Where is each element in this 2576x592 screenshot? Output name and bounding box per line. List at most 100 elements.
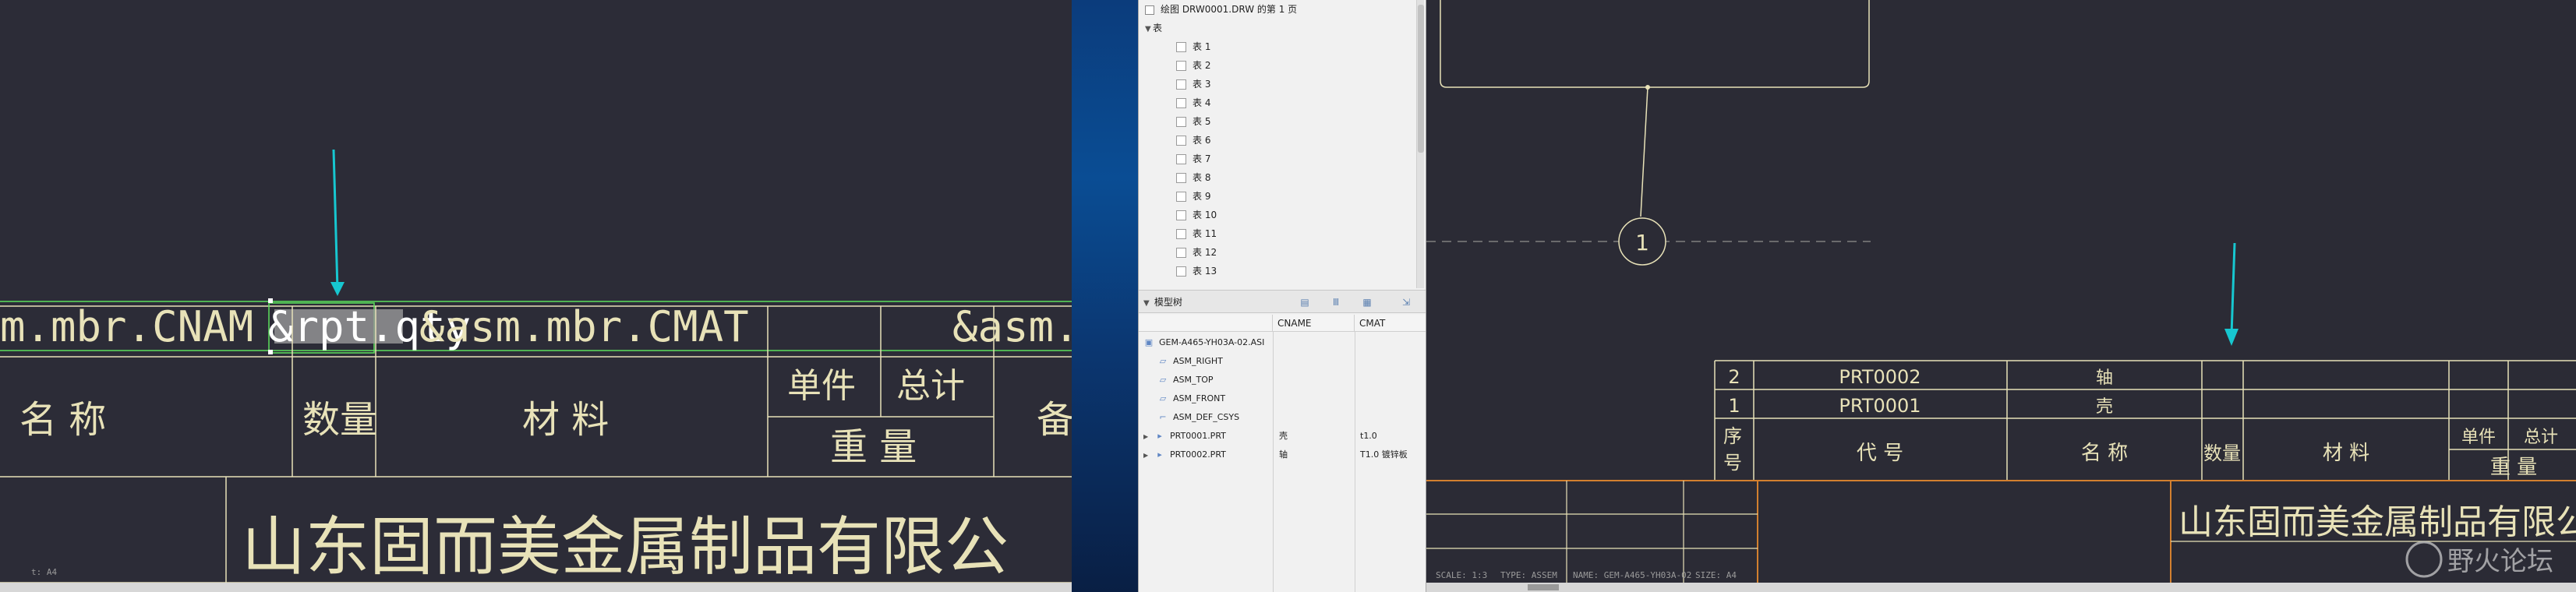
- bom-index-cell[interactable]: 2: [1728, 366, 1740, 388]
- model-tree-item[interactable]: ⌐ ASM_DEF_CSYS: [1157, 408, 1239, 427]
- model-tree-header[interactable]: ▼ 模型树 ▤ Ⅲ ▦ ⇲: [1139, 290, 1426, 313]
- desktop-background: [1072, 0, 1138, 592]
- filter-icon[interactable]: ▦: [1361, 297, 1373, 308]
- table-label: 表 7: [1193, 153, 1211, 164]
- model-tree-item[interactable]: ▶ ▸ PRT0002.PRT: [1143, 446, 1226, 464]
- table-item[interactable]: 表 11: [1176, 224, 1217, 243]
- tree-scrollbar-thumb[interactable]: [1418, 5, 1424, 153]
- col-cname[interactable]: CNAME: [1273, 315, 1355, 332]
- model-item-name: PRT0001.PRT: [1170, 431, 1226, 441]
- table-item[interactable]: 表 3: [1176, 75, 1210, 93]
- bom-name-cell[interactable]: 轴: [2096, 368, 2113, 388]
- header-name: 名 称: [19, 398, 106, 442]
- tree-scrollbar[interactable]: [1416, 0, 1424, 288]
- sheet-icon: [1145, 5, 1154, 15]
- caret-right-icon[interactable]: ▶: [1143, 446, 1151, 465]
- part-icon: ▸: [1157, 431, 1162, 441]
- cmat-cell[interactable]: t1.0: [1360, 427, 1377, 446]
- tables-node[interactable]: ▼ 表: [1145, 19, 1162, 37]
- checkbox[interactable]: [1176, 210, 1186, 220]
- caret-down-icon[interactable]: ▼: [1145, 20, 1153, 39]
- status-text: t: A4: [31, 567, 57, 577]
- table-label: 表 11: [1193, 228, 1217, 239]
- checkbox[interactable]: [1176, 154, 1186, 164]
- sheet-header[interactable]: 绘图 DRW0001.DRW 的第 1 页: [1145, 0, 1297, 19]
- header-qty: 数量: [2203, 442, 2241, 464]
- horizontal-scrollbar[interactable]: [1426, 583, 2576, 592]
- checkbox[interactable]: [1176, 117, 1186, 127]
- table-item[interactable]: 表 1: [1176, 37, 1210, 56]
- part-icon: ▸: [1157, 449, 1162, 460]
- cmat-cell[interactable]: T1.0 镀锌板: [1360, 446, 1408, 464]
- caret-down-icon[interactable]: ▼: [1143, 292, 1151, 315]
- assembly-icon: ▣: [1144, 337, 1154, 347]
- scale-text: SCALE: 1:3: [1436, 570, 1487, 580]
- columns-icon[interactable]: Ⅲ: [1330, 297, 1342, 308]
- table-item[interactable]: 表 13: [1176, 262, 1217, 280]
- scrollbar-thumb[interactable]: [1528, 584, 1559, 590]
- table-item[interactable]: 表 7: [1176, 150, 1210, 168]
- model-tree-panel[interactable]: 绘图 DRW0001.DRW 的第 1 页 ▼ 表 表 1 表 2 表 3 表 4 表 5…: [1138, 0, 1426, 592]
- bom-name-cell[interactable]: 壳: [2096, 397, 2113, 417]
- checkbox[interactable]: [1176, 192, 1186, 202]
- header-weight: 重 量: [830, 425, 917, 469]
- cname-cell[interactable]: 轴: [1279, 446, 1288, 464]
- table-label: 表 8: [1193, 172, 1211, 183]
- checkbox[interactable]: [1176, 61, 1186, 71]
- horizontal-scrollbar[interactable]: [0, 583, 1072, 592]
- checkbox[interactable]: [1176, 98, 1186, 108]
- left-drawing-view[interactable]: m.mbr.CNAM &rpt.qty &asm.mbr.CMAT &asm.m…: [0, 0, 1072, 592]
- table-item[interactable]: 表 6: [1176, 131, 1210, 150]
- checkbox[interactable]: [1176, 136, 1186, 146]
- parameter-row[interactable]: m.mbr.CNAM &rpt.qty &asm.mbr.CMAT &asm.m: [0, 298, 1072, 358]
- model-tree-item[interactable]: ▣ GEM-A465-YH03A-02.ASI: [1143, 333, 1265, 352]
- model-tree-item[interactable]: ▱ ASM_RIGHT: [1157, 352, 1223, 371]
- view-frame[interactable]: [1440, 0, 1870, 88]
- checkbox[interactable]: [1176, 248, 1186, 258]
- checkbox[interactable]: [1176, 229, 1186, 239]
- table-item[interactable]: 表 2: [1176, 56, 1210, 75]
- model-tree-item[interactable]: ▱ ASM_TOP: [1157, 371, 1214, 389]
- settings-icon[interactable]: ▤: [1299, 297, 1311, 308]
- col-tree[interactable]: [1139, 315, 1273, 332]
- table-label: 表 1: [1193, 41, 1211, 52]
- company-name: 山东固而美金属制品有限公: [242, 510, 1009, 584]
- plane-icon: ▱: [1159, 375, 1167, 385]
- expand-icon[interactable]: ⇲: [1400, 297, 1412, 308]
- table-item[interactable]: 表 4: [1176, 93, 1210, 112]
- bom-code-cell[interactable]: PRT0001: [1839, 395, 1921, 417]
- model-item-name: ASM_DEF_CSYS: [1173, 412, 1240, 422]
- header-total: 总计: [896, 366, 965, 406]
- checkbox[interactable]: [1176, 79, 1186, 90]
- model-item-name: ASM_RIGHT: [1173, 356, 1223, 366]
- bom-index-cell[interactable]: 1: [1728, 395, 1740, 417]
- table-label: 表 3: [1193, 79, 1211, 90]
- header-unit: 单件: [2461, 428, 2496, 447]
- type-text: TYPE: ASSEM: [1500, 570, 1557, 580]
- model-tree-item[interactable]: ▱ ASM_FRONT: [1157, 389, 1225, 408]
- table-item[interactable]: 表 8: [1176, 168, 1210, 187]
- caret-right-icon[interactable]: ▶: [1143, 428, 1151, 446]
- header-material: 材 料: [2323, 442, 2369, 465]
- table-item[interactable]: 表 12: [1176, 243, 1217, 262]
- annotation-arrow: [2224, 242, 2239, 346]
- header-total: 总计: [2524, 428, 2558, 447]
- checkbox[interactable]: [1176, 266, 1186, 277]
- model-tree-item[interactable]: ▶ ▸ PRT0001.PRT: [1143, 427, 1226, 446]
- header-code: 代 号: [1857, 442, 1903, 465]
- table-label: 表 2: [1193, 60, 1211, 71]
- table-item[interactable]: 表 9: [1176, 187, 1210, 206]
- annotation-arrow: [330, 149, 345, 296]
- right-drawing-view[interactable]: 1 2 PRT0002 轴 1 PRT0001 壳 序号 代 号 名 称 数量 …: [1426, 0, 2576, 592]
- table-item[interactable]: 表 10: [1176, 206, 1217, 224]
- table-label: 表 4: [1193, 97, 1211, 108]
- checkbox[interactable]: [1176, 42, 1186, 52]
- bom-code-cell[interactable]: PRT0002: [1839, 366, 1921, 388]
- header-name: 名 称: [2081, 442, 2128, 465]
- header-weight: 重 量: [2490, 456, 2537, 479]
- table-item[interactable]: 表 5: [1176, 112, 1210, 131]
- checkbox[interactable]: [1176, 173, 1186, 183]
- cname-cell[interactable]: 壳: [1279, 427, 1288, 446]
- col-cmat[interactable]: CMAT: [1355, 315, 1426, 332]
- table-label: 表 9: [1193, 191, 1211, 202]
